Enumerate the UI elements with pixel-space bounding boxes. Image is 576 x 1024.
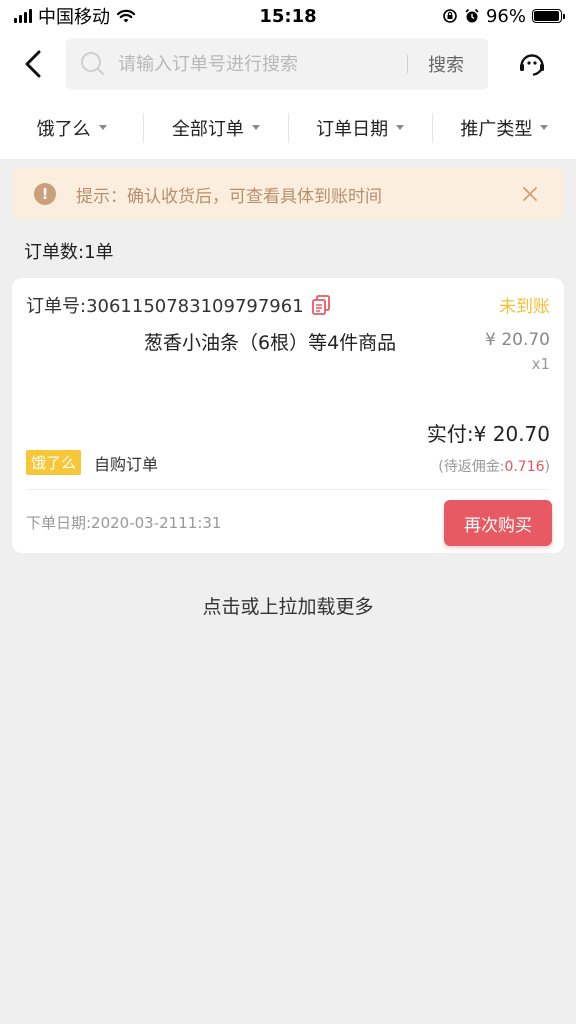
product-name: 葱香小油条（6根）等4件商品	[144, 332, 397, 354]
battery-icon	[532, 9, 565, 23]
filter-label: 饿了么	[36, 118, 91, 140]
status-bar-left: 中国移动	[14, 3, 214, 29]
search-icon	[81, 52, 104, 75]
search-button[interactable]: 搜索	[428, 51, 474, 77]
warning-icon: !	[34, 183, 56, 205]
dropdown-caret-icon	[396, 125, 405, 130]
back-arrow-icon	[25, 50, 41, 78]
order-count: 订单数:1单	[24, 242, 114, 263]
wifi-icon	[116, 9, 136, 23]
tip-close-button[interactable]	[518, 182, 542, 206]
filter-label: 订单日期	[316, 118, 389, 140]
signal-icon	[14, 9, 32, 23]
card-divider	[26, 489, 550, 490]
tip-banner: ! 提示：确认收货后，可查看具体到账时间	[12, 168, 564, 220]
commission-prefix: (待返佣金:	[438, 459, 505, 475]
status-bar-right: 96%	[362, 5, 565, 27]
dropdown-caret-icon	[540, 125, 549, 130]
filter-promotion-type[interactable]: 推广类型	[433, 113, 576, 143]
rebuy-button[interactable]: 再次购买	[444, 500, 552, 546]
carrier-label: 中国移动	[38, 7, 110, 28]
order-date: 下单日期:2020-03-2111:31	[26, 514, 222, 532]
lock-rotation-icon	[443, 9, 457, 23]
status-bar: 中国移动 15:18 96%	[0, 0, 576, 32]
filter-label: 推广类型	[460, 118, 533, 140]
order-list-page: 中国移动 15:18 96% 请输入订单号进行搜索 搜索 饿了么 全部订单 订单…	[0, 0, 576, 1024]
filter-label: 全部订单	[171, 118, 244, 140]
copy-icon[interactable]	[310, 294, 332, 316]
search-input[interactable]	[118, 53, 407, 75]
filter-bar: 饿了么 全部订单 订单日期 推广类型	[0, 96, 576, 160]
alarm-icon	[465, 8, 479, 23]
order-type: 自购订单	[94, 455, 159, 474]
commission-value: 0.716	[504, 459, 545, 475]
product-price: ¥ 20.70	[485, 330, 550, 350]
paid-amount: 实付:¥ 20.70	[426, 422, 550, 446]
dropdown-caret-icon	[251, 125, 260, 130]
dropdown-caret-icon	[98, 125, 107, 130]
pending-commission: (待返佣金:0.716)	[438, 456, 550, 476]
order-status: 未到账	[499, 297, 550, 317]
order-number-row: 订单号:3061150783109797961	[26, 292, 332, 318]
load-more[interactable]: 点击或上拉加载更多	[0, 592, 576, 619]
back-button[interactable]	[0, 32, 66, 96]
clock: 15:18	[259, 5, 317, 27]
tip-text: 提示：确认收货后，可查看具体到账时间	[76, 186, 382, 207]
filter-platform[interactable]: 饿了么	[0, 112, 145, 143]
commission-suffix: )	[544, 459, 550, 475]
search-box[interactable]: 搜索	[66, 38, 488, 90]
order-card[interactable]: 订单号:3061150783109797961 未到账 葱香小油条（6根）等4件…	[12, 278, 564, 553]
header: 搜索	[0, 32, 576, 96]
close-icon	[523, 187, 537, 201]
search-divider	[407, 55, 408, 73]
filter-order-status[interactable]: 全部订单	[144, 112, 289, 143]
customer-service-button[interactable]	[488, 32, 576, 96]
order-number: 订单号:3061150783109797961	[26, 296, 304, 317]
customer-service-icon	[520, 54, 544, 76]
product-quantity: x1	[531, 355, 550, 373]
filter-order-date[interactable]: 订单日期	[289, 112, 433, 143]
platform-tag: 饿了么	[26, 450, 82, 475]
battery-percent: 96%	[485, 5, 526, 27]
